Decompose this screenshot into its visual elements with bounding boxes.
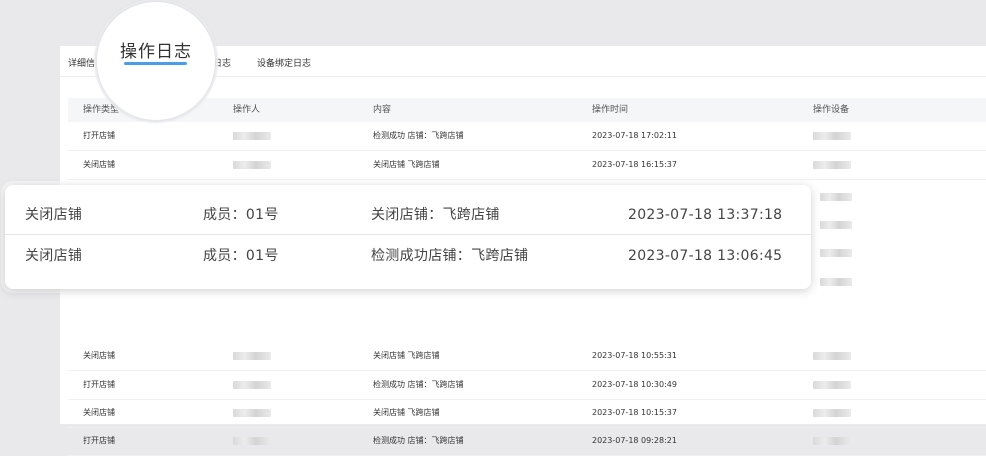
blurred-device — [813, 342, 851, 370]
cell-content: 关闭店铺 飞跨店铺 — [373, 408, 440, 417]
zoomed-content: 检测成功店铺：飞跨店铺 — [371, 248, 529, 264]
cell-time: 2023-07-18 09:28:21 — [592, 436, 677, 445]
cell-content: 检测成功 店铺：飞跨店铺 — [373, 380, 464, 389]
table-row: 打开店铺 检测成功 店铺：飞跨店铺 2023-07-18 17:02:11 — [68, 122, 986, 151]
cell-time: 2023-07-18 10:15:37 — [592, 408, 677, 417]
cell-type: 关闭店铺 — [83, 351, 115, 360]
zoomed-rows-callout: 关闭店铺 成员：01号 关闭店铺：飞跨店铺 2023-07-18 13:37:1… — [5, 185, 811, 289]
zoomed-operator: 成员：01号 — [203, 248, 279, 264]
blurred-device — [820, 278, 852, 286]
cell-time: 2023-07-18 16:15:37 — [592, 160, 677, 169]
table-header: 操作类型 操作人 内容 操作时间 操作设备 — [68, 98, 986, 122]
blurred-device — [813, 371, 851, 399]
active-tab-indicator — [124, 62, 187, 65]
zoomed-row: 关闭店铺 成员：01号 检测成功店铺：飞跨店铺 2023-07-18 13:06… — [5, 235, 811, 275]
table-row: 关闭店铺 关闭店铺 飞跨店铺 2023-07-18 16:15:37 — [68, 151, 986, 180]
tab-device-binding-log[interactable]: 设备绑定日志 — [257, 56, 311, 69]
blurred-device-column — [820, 185, 860, 295]
blurred-device — [813, 399, 851, 427]
cell-content: 检测成功 店铺：飞跨店铺 — [373, 436, 464, 445]
blurred-operator — [233, 399, 271, 427]
cell-time: 2023-07-18 17:02:11 — [592, 131, 677, 140]
header-time: 操作时间 — [592, 105, 629, 115]
cell-content: 关闭店铺 飞跨店铺 — [373, 160, 440, 169]
table-row: 打开店铺 检测成功 店铺：飞跨店铺 2023-07-18 10:30:49 — [68, 371, 986, 400]
cell-time: 2023-07-18 10:30:49 — [592, 380, 677, 389]
zoomed-row: 关闭店铺 成员：01号 关闭店铺：飞跨店铺 2023-07-18 13:37:1… — [5, 194, 811, 235]
zoomed-operator: 成员：01号 — [203, 207, 279, 223]
cell-type: 关闭店铺 — [83, 160, 115, 169]
magnified-tab-callout: 操作日志 — [97, 2, 215, 120]
zoomed-time: 2023-07-18 13:37:18 — [628, 207, 783, 223]
blurred-device — [820, 249, 852, 257]
zoomed-type: 关闭店铺 — [25, 207, 83, 223]
zoomed-time: 2023-07-18 13:06:45 — [628, 248, 783, 264]
cell-type: 打开店铺 — [83, 131, 115, 140]
blurred-operator — [233, 122, 271, 150]
zoomed-content: 关闭店铺：飞跨店铺 — [371, 207, 500, 223]
zoomed-type: 关闭店铺 — [25, 248, 83, 264]
header-content: 内容 — [373, 105, 392, 115]
cell-type: 打开店铺 — [83, 380, 115, 389]
blurred-device — [820, 221, 852, 229]
cell-time: 2023-07-18 10:55:31 — [592, 351, 677, 360]
blurred-device — [813, 151, 851, 179]
blurred-device — [813, 427, 851, 455]
blurred-operator — [233, 151, 271, 179]
tab-details[interactable]: 详细信 — [68, 56, 95, 69]
blurred-operator — [233, 427, 271, 455]
blurred-operator — [233, 371, 271, 399]
cell-content: 关闭店铺 飞跨店铺 — [373, 351, 440, 360]
table-row: 关闭店铺 关闭店铺 飞跨店铺 2023-07-18 10:55:31 — [68, 342, 986, 371]
tab-operation-log[interactable]: 操作日志 — [97, 37, 215, 62]
header-device: 操作设备 — [813, 105, 850, 115]
cell-type: 关闭店铺 — [83, 408, 115, 417]
table-row: 打开店铺 检测成功 店铺：飞跨店铺 2023-07-18 09:28:21 — [68, 427, 986, 456]
cell-type: 打开店铺 — [83, 436, 115, 445]
header-operator: 操作人 — [233, 105, 261, 115]
table-row: 关闭店铺 关闭店铺 飞跨店铺 2023-07-18 10:15:37 — [68, 399, 986, 428]
tab-log[interactable]: 日志 — [213, 56, 231, 69]
blurred-device — [813, 122, 851, 150]
blurred-operator — [233, 342, 271, 370]
blurred-device — [820, 193, 852, 201]
cell-content: 检测成功 店铺：飞跨店铺 — [373, 131, 464, 140]
